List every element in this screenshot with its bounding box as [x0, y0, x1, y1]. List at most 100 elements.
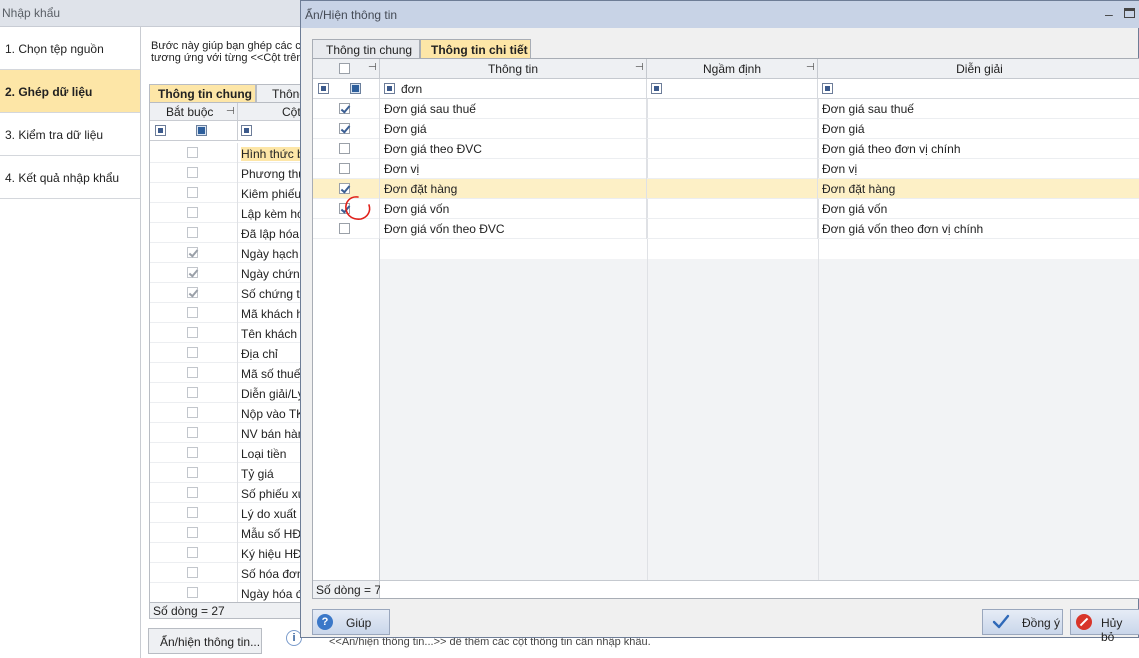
column-name-cell[interactable]: NV bán hàng [241, 427, 300, 441]
dialog-tab-detail-info[interactable]: Thông tin chi tiết [420, 39, 531, 59]
description-cell[interactable]: Đơn giá sau thuế [818, 99, 1139, 119]
info-cell[interactable]: Đơn giá vốn [380, 199, 647, 219]
mapping-grid-row[interactable]: Lập kèm hóa [150, 203, 300, 223]
mapping-grid-row[interactable]: Mẫu số HĐ [150, 523, 300, 543]
mapping-grid-row[interactable]: Ký hiệu HĐ [150, 543, 300, 563]
column-name-cell[interactable]: Mẫu số HĐ [241, 527, 300, 541]
column-name-cell[interactable]: Kiêm phiếu x [241, 187, 300, 201]
column-name-cell[interactable]: Mã khách hà [241, 307, 300, 321]
required-checkbox[interactable] [187, 367, 198, 378]
visible-checkbox[interactable] [339, 143, 350, 154]
mapping-grid-row[interactable]: Ngày hóa đơ [150, 583, 300, 603]
info-cell[interactable]: Đơn giá theo ĐVC [380, 139, 647, 159]
visible-checkbox[interactable] [339, 203, 350, 214]
pin-icon[interactable]: ⊣ [368, 62, 377, 73]
column-header-default[interactable]: Ngầm định ⊣ [647, 59, 818, 79]
mapping-grid-row[interactable]: Tên khách h [150, 323, 300, 343]
filter-operator-icon[interactable] [241, 125, 252, 136]
column-name-cell[interactable]: Lập kèm hóa [241, 207, 300, 221]
filter-input-info[interactable]: đơn [401, 82, 422, 96]
wizard-step-choose-source[interactable]: 1. Chọn tệp nguồn [0, 27, 140, 70]
required-checkbox[interactable] [187, 567, 198, 578]
description-cell[interactable]: Đơn giá vốn [818, 199, 1139, 219]
description-cell[interactable]: Đơn giá [818, 119, 1139, 139]
dialog-tab-general-info[interactable]: Thông tin chung [312, 39, 420, 59]
info-grid-row[interactable]: Đơn giá Đơn giá [313, 119, 1139, 139]
column-header-column[interactable]: Cột [238, 103, 300, 121]
mapping-grid-row[interactable]: Phương thức [150, 163, 300, 183]
required-checkbox[interactable] [187, 227, 198, 238]
required-checkbox[interactable] [187, 267, 198, 278]
filter-operator-icon[interactable] [155, 125, 166, 136]
column-header-visible[interactable]: ⊣ [313, 59, 380, 79]
visible-checkbox[interactable] [339, 163, 350, 174]
minimize-icon[interactable]: – [1105, 6, 1117, 22]
mapping-grid-row[interactable]: Ngày chứng [150, 263, 300, 283]
wizard-step-import-result[interactable]: 4. Kết quả nhập khẩu [0, 156, 140, 199]
required-checkbox[interactable] [187, 467, 198, 478]
mapping-grid-row[interactable]: Diễn giải/Lý [150, 383, 300, 403]
default-cell[interactable] [647, 199, 818, 219]
mapping-grid-row[interactable]: Đã lập hóa đ [150, 223, 300, 243]
column-name-cell[interactable]: Phương thức [241, 167, 300, 181]
maximize-icon[interactable] [1124, 8, 1135, 18]
required-checkbox[interactable] [187, 327, 198, 338]
required-checkbox[interactable] [187, 407, 198, 418]
mapping-grid-row[interactable]: Nộp vào TK [150, 403, 300, 423]
default-cell[interactable] [647, 99, 818, 119]
mapping-grid-row[interactable]: Mã số thuế [150, 363, 300, 383]
mapping-grid-row[interactable]: Ngày hạch t [150, 243, 300, 263]
info-grid-row[interactable]: Đơn vị Đơn vị [313, 159, 1139, 179]
visible-checkbox[interactable] [339, 183, 350, 194]
column-name-cell[interactable]: Ngày hóa đơ [241, 587, 300, 601]
filter-operator-icon[interactable] [318, 83, 329, 94]
column-name-cell[interactable]: Diễn giải/Lý [241, 387, 300, 401]
info-grid-row[interactable]: Đơn đặt hàng Đơn đặt hàng [313, 179, 1139, 199]
filter-cell-default[interactable] [647, 79, 818, 99]
column-name-cell[interactable]: Ký hiệu HĐ [241, 547, 300, 561]
dialog-titlebar[interactable]: Ẩn/Hiện thông tin – [301, 1, 1139, 28]
mapping-grid-row[interactable]: NV bán hàng [150, 423, 300, 443]
visible-checkbox[interactable] [339, 123, 350, 134]
wizard-step-check-data[interactable]: 3. Kiểm tra dữ liệu [0, 113, 140, 156]
default-cell[interactable] [647, 119, 818, 139]
required-checkbox[interactable] [187, 347, 198, 358]
required-checkbox[interactable] [187, 387, 198, 398]
required-checkbox[interactable] [187, 547, 198, 558]
info-grid-row[interactable]: Đơn giá vốn Đơn giá vốn [313, 199, 1139, 219]
mapping-grid-row[interactable]: Loại tiền [150, 443, 300, 463]
info-grid-row[interactable]: Đơn giá theo ĐVC Đơn giá theo đơn vị chín… [313, 139, 1139, 159]
mapping-grid-row[interactable]: Tỷ giá [150, 463, 300, 483]
info-grid-row[interactable]: Đơn giá vốn theo ĐVC Đơn giá vốn theo đơn… [313, 219, 1139, 239]
cancel-button[interactable]: Hủy bỏ [1070, 609, 1139, 644]
default-cell[interactable] [647, 219, 818, 239]
filter-operator-icon[interactable] [384, 83, 395, 94]
pin-icon[interactable]: ⊣ [806, 62, 815, 73]
default-cell[interactable] [647, 139, 818, 159]
info-cell[interactable]: Đơn vị [380, 159, 647, 179]
filter-operator-icon[interactable] [822, 83, 833, 94]
description-cell[interactable]: Đơn đặt hàng [818, 179, 1139, 199]
column-name-cell[interactable]: Đã lập hóa đ [241, 227, 300, 241]
required-checkbox[interactable] [187, 207, 198, 218]
column-name-cell[interactable]: Số phiếu xuấ [241, 487, 300, 501]
column-name-cell[interactable]: Số hóa đơn [241, 567, 300, 581]
column-name-cell[interactable]: Nộp vào TK [241, 407, 300, 421]
required-checkbox[interactable] [187, 147, 198, 158]
info-grid-row[interactable]: Đơn giá sau thuế Đơn giá sau thuế [313, 99, 1139, 119]
info-cell[interactable]: Đơn đặt hàng [380, 179, 647, 199]
wizard-step-map-data[interactable]: 2. Ghép dữ liệu [0, 70, 140, 113]
filter-cell-description[interactable] [818, 79, 1139, 99]
mapping-grid-row[interactable]: Số chứng từ [150, 283, 300, 303]
filter-cell-info[interactable]: đơn [380, 79, 647, 99]
required-checkbox[interactable] [187, 287, 198, 298]
required-checkbox[interactable] [187, 447, 198, 458]
column-name-cell[interactable]: Số chứng từ [241, 287, 300, 301]
pin-icon[interactable]: ⊣ [226, 106, 235, 117]
required-checkbox[interactable] [187, 587, 198, 598]
info-cell[interactable]: Đơn giá [380, 119, 647, 139]
required-checkbox[interactable] [187, 527, 198, 538]
column-name-cell[interactable]: Tên khách h [241, 327, 300, 341]
required-checkbox[interactable] [187, 487, 198, 498]
column-name-cell[interactable]: Hình thức bá [241, 147, 300, 161]
